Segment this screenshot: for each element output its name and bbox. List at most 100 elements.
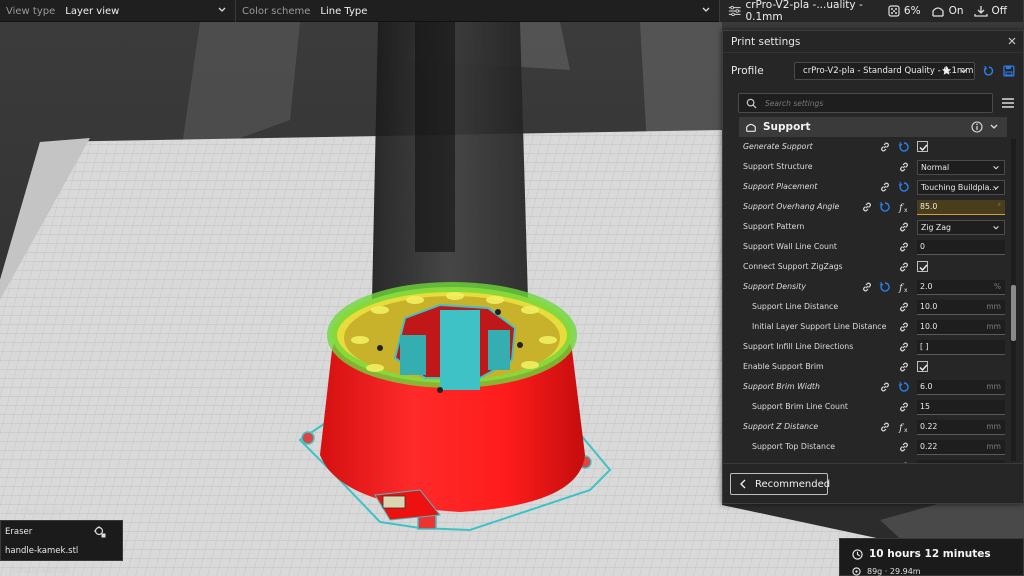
link-icon[interactable]: [898, 261, 910, 273]
setting-input[interactable]: 85.0 °: [917, 200, 1005, 215]
chevron-down-icon: [993, 226, 999, 230]
link-icon[interactable]: [898, 301, 910, 313]
chevron-down-icon: [5, 511, 11, 515]
link-icon[interactable]: [861, 201, 873, 213]
link-icon[interactable]: [898, 161, 910, 173]
current-object-name: handle-kamek: [10, 566, 71, 576]
category-title: Support: [763, 121, 811, 133]
reset-profile-icon[interactable]: [983, 65, 995, 77]
setting-name: Generate Support: [743, 142, 813, 151]
save-icon[interactable]: [1003, 65, 1015, 77]
star-icon[interactable]: [941, 65, 952, 76]
setting-name: Support Structure: [743, 162, 813, 171]
link-icon[interactable]: [898, 321, 910, 333]
setting-dropdown[interactable]: Normal: [917, 160, 1005, 175]
setting-unit: mm: [986, 302, 1001, 311]
support-value: On: [948, 5, 964, 17]
scrollbar-thumb[interactable]: [1011, 285, 1016, 341]
hamburger-menu-icon[interactable]: [1001, 97, 1015, 109]
link-icon[interactable]: [879, 381, 891, 393]
setting-checkbox[interactable]: [917, 261, 928, 272]
chevron-down-icon: [960, 69, 967, 74]
setting-checkbox[interactable]: [917, 141, 928, 152]
link-icon[interactable]: [898, 341, 910, 353]
link-icon[interactable]: [898, 241, 910, 253]
reset-icon[interactable]: [898, 181, 910, 193]
category-header-support[interactable]: Support: [739, 117, 1007, 137]
link-icon[interactable]: [879, 181, 891, 193]
recommended-button[interactable]: Recommended: [730, 473, 830, 495]
setting-input[interactable]: 2.0%: [917, 280, 1005, 295]
chevron-down-icon: [990, 124, 998, 129]
setting-dropdown[interactable]: Touching Buildpla...: [917, 180, 1005, 195]
reset-icon[interactable]: [879, 201, 891, 213]
object-list-toggle[interactable]: Object list: [4, 508, 65, 518]
function-icon[interactable]: fx: [898, 281, 910, 294]
link-icon[interactable]: [861, 281, 873, 293]
list-item[interactable]: handle-kamek.stl: [5, 546, 78, 558]
setting-row: Support Density f x 2.0%: [723, 277, 1011, 297]
setting-value: Zig Zag: [921, 223, 952, 232]
color-scheme-selector[interactable]: Color scheme Line Type: [236, 0, 720, 22]
setting-name: Connect Support ZigZags: [743, 262, 843, 271]
reset-icon[interactable]: [898, 141, 910, 153]
setting-input[interactable]: 6.0 mm: [917, 380, 1005, 395]
link-icon[interactable]: [898, 401, 910, 413]
setting-row: Support Infill Line Directions [ ]: [723, 337, 1011, 357]
setting-input[interactable]: 0.22 mm: [917, 440, 1005, 455]
list-item[interactable]: Eraser: [5, 527, 32, 539]
chevron-down-icon: [993, 186, 999, 190]
setting-unit: mm: [986, 422, 1001, 431]
setting-name: Support Pattern: [743, 222, 805, 231]
reset-icon[interactable]: [898, 381, 910, 393]
svg-text:x: x: [904, 427, 908, 433]
setting-row: Initial Layer Support Line Distance 10.0 m…: [723, 317, 1011, 337]
setting-row: Support Pattern Zig Zag: [723, 217, 1011, 237]
info-icon[interactable]: [971, 121, 983, 133]
setting-input[interactable]: 0: [917, 240, 1005, 255]
link-icon[interactable]: [879, 141, 891, 153]
close-icon[interactable]: [1007, 36, 1017, 46]
setting-value: 2.0: [920, 282, 933, 291]
eraser-icon[interactable]: [93, 525, 107, 538]
setting-checkbox[interactable]: [917, 361, 928, 372]
chevron-left-icon: [740, 479, 746, 489]
setting-name: Support Overhang Angle: [743, 202, 840, 211]
setting-input[interactable]: 10.0 mm: [917, 320, 1005, 335]
search-placeholder: Search settings: [765, 98, 824, 108]
profile-dropdown[interactable]: crPro-V2-pla - Standard Quality - 0.1mm: [794, 62, 976, 80]
setting-unit: mm: [986, 442, 1001, 451]
setting-value: 0.22: [920, 442, 938, 451]
reset-icon[interactable]: [879, 281, 891, 293]
infill-indicator: 6%: [888, 5, 921, 17]
link-icon[interactable]: [898, 441, 910, 453]
print-info-panel[interactable]: 10 hours 12 minutes 89g · 29.94m: [839, 538, 1024, 576]
setting-row: Support Placement Touching Buildpla...: [723, 177, 1011, 197]
function-icon[interactable]: fx: [898, 201, 910, 214]
link-icon[interactable]: [898, 361, 910, 373]
settings-list: Generate Support Support Structure Normal S…: [723, 137, 1011, 463]
job-profile: crPro-V2-pla -...uality - 0.1mm: [728, 0, 878, 23]
setting-dropdown[interactable]: Zig Zag: [917, 220, 1005, 235]
setting-input[interactable]: [ ]: [917, 340, 1005, 355]
link-icon[interactable]: [879, 421, 891, 433]
function-icon[interactable]: fx: [898, 421, 910, 434]
setting-input[interactable]: 10.0 mm: [917, 300, 1005, 315]
settings-scrollbar[interactable]: [1011, 139, 1016, 461]
print-setup-summary[interactable]: crPro-V2-pla -...uality - 0.1mm 6% On Of…: [720, 0, 1024, 23]
chevron-down-icon: [218, 7, 226, 12]
setting-input[interactable]: 15: [917, 400, 1005, 415]
view-type-selector[interactable]: View type Layer view: [0, 0, 236, 22]
color-scheme-label: Color scheme: [242, 5, 311, 17]
setting-name: Support Top Distance: [752, 442, 836, 451]
top-toolbar: View type Layer view Color scheme Line T…: [0, 0, 1024, 23]
view-type-value: Layer view: [65, 5, 120, 17]
link-icon[interactable]: [898, 221, 910, 233]
setting-row: Support Structure Normal: [723, 157, 1011, 177]
search-input[interactable]: Search settings: [738, 93, 994, 113]
setting-input[interactable]: 0.22 mm: [917, 420, 1005, 435]
setting-unit: mm: [986, 322, 1001, 331]
clock-icon: [852, 548, 863, 560]
setting-value: 10.0: [920, 322, 938, 331]
setting-name: Support Wall Line Count: [743, 242, 837, 251]
